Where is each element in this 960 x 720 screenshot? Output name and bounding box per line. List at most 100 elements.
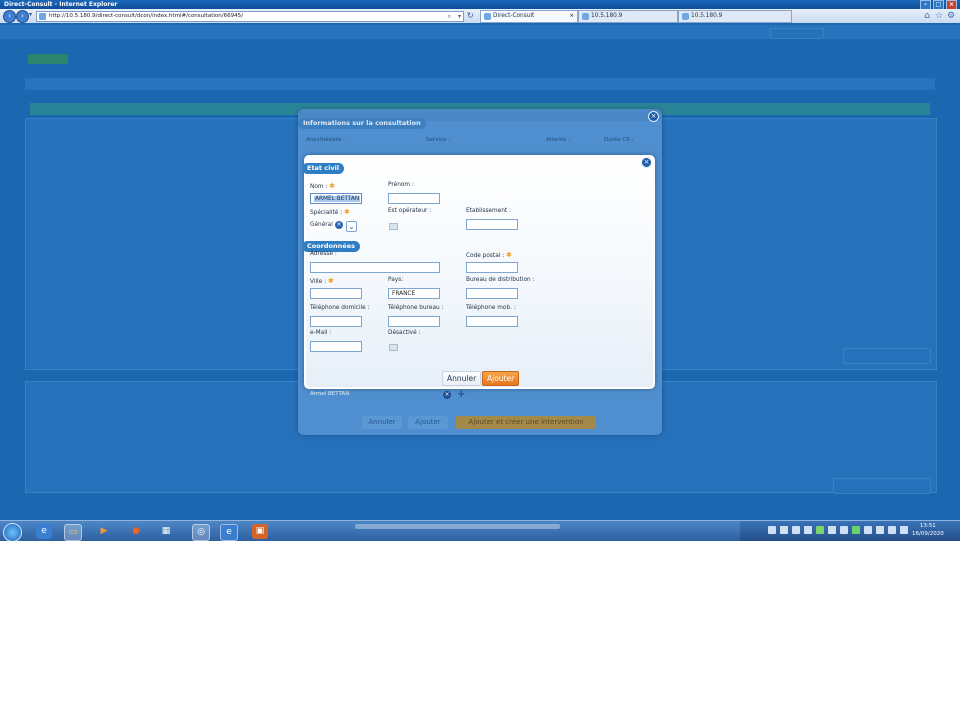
adresse-label: Adresse : [310, 251, 337, 257]
tel-bureau-label: Téléphone bureau : [388, 305, 444, 311]
person-add-button[interactable]: Ajouter [482, 371, 520, 386]
est-operateur-label: Est opérateur : [388, 208, 432, 214]
est-operateur-checkbox[interactable] [389, 223, 398, 230]
person-close-icon[interactable]: × [641, 157, 652, 168]
firefox-icon[interactable]: ● [128, 524, 144, 539]
tray-icon[interactable] [792, 526, 800, 534]
tray-icon[interactable] [804, 526, 812, 534]
tab-label: 10.5.180.9 [691, 13, 723, 19]
folder-icon[interactable]: ▭ [64, 524, 82, 541]
tel-domicile-field[interactable] [310, 316, 362, 327]
page-icon [39, 13, 46, 20]
tel-bureau-field[interactable] [388, 316, 440, 327]
nom-field-value: ARMEL BETTAN [314, 196, 361, 202]
start-button[interactable] [3, 523, 22, 541]
bureau-distribution-label: Bureau de distribution : [466, 277, 535, 283]
search-icon[interactable]: ⌕ [448, 12, 451, 21]
pays-field[interactable]: FRANCE [388, 288, 440, 299]
attente-label: Attente : [546, 137, 570, 143]
address-bar[interactable]: http://10.5.180.9/direct-consult/dcon/in… [36, 11, 464, 22]
taskbar-preview-strip [355, 524, 560, 529]
email-field[interactable] [310, 341, 362, 352]
favorites-icon[interactable]: ☆ [934, 11, 944, 21]
clear-icon[interactable]: × [443, 391, 451, 399]
back-icon[interactable]: ‹ [3, 10, 16, 23]
tab-label: Direct-Consult [493, 13, 535, 19]
prenom-label: Prénom : [388, 182, 414, 188]
screen: Direct-Consult - Internet Explorer – □ ×… [0, 0, 960, 541]
service-label: Service : [426, 137, 450, 143]
address-dropdown-icon[interactable]: ▾ [458, 12, 461, 21]
duree-label: Durée CS : [604, 137, 634, 143]
tray-icon[interactable] [840, 526, 848, 534]
tray-icon[interactable] [888, 526, 896, 534]
etablissement-label: Etablissement : [466, 208, 511, 214]
volume-icon[interactable] [900, 526, 908, 534]
chevron-down-icon[interactable]: ⌄ [346, 221, 357, 232]
tab-favicon [484, 13, 491, 20]
required-marker: ✱ [329, 182, 336, 190]
gear-icon[interactable]: ⚙ [946, 11, 956, 21]
tray-icon[interactable] [864, 526, 872, 534]
email-label: e-Mail : [310, 330, 332, 336]
consultation-cancel-button[interactable]: Annuler [362, 416, 402, 429]
desactive-checkbox[interactable] [389, 344, 398, 351]
clock-date: 16/09/2020 [912, 531, 944, 537]
adresse-field[interactable] [310, 262, 440, 273]
clock[interactable]: 13:51 16/09/2020 [912, 522, 944, 538]
code-postal-label: Code postal : ✱ [466, 251, 512, 259]
tray-icon[interactable] [852, 526, 860, 534]
ie-active-icon[interactable]: e [220, 524, 238, 541]
refresh-icon[interactable]: ↻ [467, 11, 477, 21]
ville-field[interactable] [310, 288, 362, 299]
consultation-add-button[interactable]: Ajouter [408, 416, 448, 429]
nom-field[interactable]: ARMEL BETTAN [310, 193, 362, 204]
ie-icon[interactable]: e [36, 524, 52, 539]
bureau-distribution-field[interactable] [466, 288, 518, 299]
tray-icon[interactable] [768, 526, 776, 534]
tel-mob-field[interactable] [466, 316, 518, 327]
tray-icon[interactable] [876, 526, 884, 534]
clock-time: 13:51 [919, 523, 936, 529]
app-icon[interactable]: ▦ [158, 524, 174, 539]
tray-icon[interactable] [828, 526, 836, 534]
person-cancel-button[interactable]: Annuler [442, 371, 482, 386]
tab-10-5-180-9-b[interactable]: 10.5.180.9 [678, 10, 792, 23]
home-icon[interactable]: ⌂ [922, 11, 932, 21]
etablissement-field[interactable] [466, 219, 518, 230]
tab-10-5-180-9-a[interactable]: 10.5.180.9 [578, 10, 678, 23]
anesthesiste-label: Anesthésiste : [306, 137, 345, 143]
tab-close-icon[interactable]: × [569, 11, 574, 22]
prenom-field[interactable] [388, 193, 440, 204]
ville-label: Ville : ✱ [310, 277, 334, 285]
forward-icon[interactable]: › [16, 10, 29, 23]
code-postal-field[interactable] [466, 262, 518, 273]
specialite-label: Spécialité : ✱ [310, 208, 350, 216]
media-player-icon[interactable]: ▶ [96, 524, 112, 539]
url-text: http://10.5.180.9/direct-consult/dcon/in… [49, 13, 243, 19]
remote-desktop-icon[interactable]: ◎ [192, 524, 210, 541]
tel-mob-label: Téléphone mob. : [466, 305, 516, 311]
window-title: Direct-Consult - Internet Explorer [4, 1, 118, 8]
consultation-close-icon[interactable]: × [648, 111, 659, 122]
section-etat-civil: Etat civil [302, 163, 345, 174]
desactive-label: Désactivé : [388, 330, 421, 336]
tel-domicile-label: Téléphone domicile : [310, 305, 370, 311]
required-marker: ✱ [506, 251, 512, 259]
presentation-icon[interactable]: ▣ [252, 524, 268, 539]
bottom-anesthesiste-value: Armel BETTAN [310, 391, 350, 397]
history-dropdown-icon[interactable]: ▾ [29, 11, 34, 20]
nom-label: Nom : ✱ [310, 182, 336, 190]
tab-favicon [582, 13, 589, 20]
network-icon[interactable] [816, 526, 824, 534]
specialite-clear-icon[interactable]: × [335, 221, 343, 229]
consultation-add-intervention-button[interactable]: Ajouter et créer une intervention [456, 416, 596, 429]
pays-label: Pays: [388, 277, 404, 283]
required-marker: ✱ [327, 277, 334, 285]
required-marker: ✱ [343, 208, 350, 216]
tray-icon[interactable] [780, 526, 788, 534]
window-titlebar: Direct-Consult - Internet Explorer – □ × [0, 0, 960, 10]
tab-direct-consult[interactable]: Direct-Consult × [480, 10, 578, 23]
specialite-value: Général [310, 222, 333, 228]
add-icon[interactable]: + [457, 389, 465, 400]
